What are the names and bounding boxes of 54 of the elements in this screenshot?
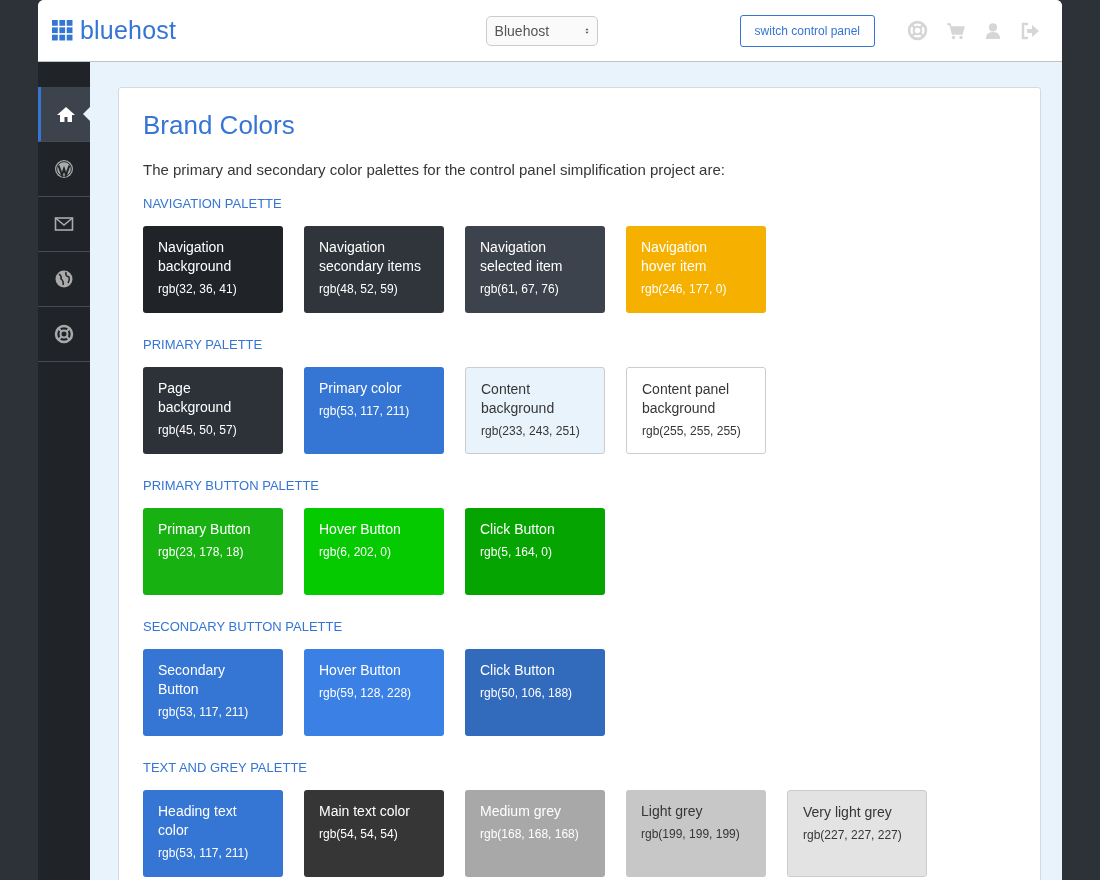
palette-heading: NAVIGATION PALETTE bbox=[143, 196, 283, 211]
swatch-value: rgb(255, 255, 255) bbox=[642, 424, 742, 438]
swatch-name: Main text color bbox=[319, 802, 412, 821]
swatch-name: Navigation background bbox=[158, 238, 233, 276]
swatch-name: Hover Button bbox=[319, 661, 402, 680]
swatch-name: Page background bbox=[158, 379, 233, 417]
home-icon bbox=[55, 104, 76, 124]
swatch-name: Navigation secondary items bbox=[319, 238, 422, 276]
swatch-name: Primary Button bbox=[158, 520, 252, 539]
palette-heading: PRIMARY BUTTON PALETTE bbox=[143, 478, 321, 493]
swatch-value: rgb(168, 168, 168) bbox=[480, 827, 580, 841]
swatch-value: rgb(53, 117, 211) bbox=[319, 404, 411, 418]
swatch-name: Primary color bbox=[319, 379, 403, 398]
swatch-name: Content background bbox=[481, 380, 556, 418]
palette-heading: SECONDARY BUTTON PALETTE bbox=[143, 619, 344, 634]
logo-text: bluehost bbox=[80, 16, 177, 45]
swatch-value: rgb(32, 36, 41) bbox=[158, 282, 238, 296]
swatch-value: rgb(54, 54, 54) bbox=[319, 827, 399, 841]
swatch-name: Heading text color bbox=[158, 802, 238, 840]
swatch-name: Click Button bbox=[480, 520, 556, 539]
swatch-name: Very light grey bbox=[803, 803, 893, 822]
swatch-name: Medium grey bbox=[480, 802, 562, 821]
globe-icon bbox=[54, 269, 74, 289]
intro-text: The primary and secondary color palettes for the control panel simplification project are: bbox=[143, 161, 726, 178]
swatch-name: Hover Button bbox=[319, 520, 402, 539]
page-title: Brand Colors bbox=[143, 110, 296, 141]
palette-heading: PRIMARY PALETTE bbox=[143, 337, 264, 352]
swatch-value: rgb(45, 50, 57) bbox=[158, 423, 238, 437]
swatch-name: Secondary Button bbox=[158, 661, 226, 699]
swatch-value: rgb(233, 243, 251) bbox=[481, 424, 581, 438]
swatch-value: rgb(50, 106, 188) bbox=[480, 686, 574, 700]
palette-heading: TEXT AND GREY PALETTE bbox=[143, 760, 308, 775]
swatch-value: rgb(59, 128, 228) bbox=[319, 686, 413, 700]
switch-control-panel-button[interactable]: switch control panel bbox=[739, 14, 875, 47]
swatch-value: rgb(23, 178, 18) bbox=[158, 545, 245, 559]
mail-icon bbox=[54, 214, 74, 234]
swatch-value: rgb(53, 117, 211) bbox=[158, 846, 250, 860]
grid-logo-icon bbox=[52, 20, 73, 41]
swatch-name: Content panel background bbox=[642, 380, 731, 418]
swatch-name: Click Button bbox=[480, 661, 556, 680]
swatch-name: Navigation hover item bbox=[641, 238, 709, 276]
swatch-value: rgb(48, 52, 59) bbox=[319, 282, 399, 296]
swatch-value: rgb(53, 117, 211) bbox=[158, 705, 250, 719]
swatch-value: rgb(6, 202, 0) bbox=[319, 545, 393, 559]
swatch-name: Light grey bbox=[641, 802, 704, 821]
lifebuoy-icon bbox=[54, 324, 74, 344]
account-select[interactable]: Bluehost bbox=[485, 15, 598, 46]
swatch-value: rgb(5, 164, 0) bbox=[480, 545, 554, 559]
swatch-value: rgb(227, 227, 227) bbox=[803, 828, 903, 842]
swatch-value: rgb(61, 67, 76) bbox=[480, 282, 560, 296]
swatch-name: Navigation selected item bbox=[480, 238, 564, 276]
swatch-value: rgb(246, 177, 0) bbox=[641, 282, 728, 296]
sidebar-item[interactable] bbox=[38, 87, 90, 142]
swatch-value: rgb(199, 199, 199) bbox=[641, 827, 741, 841]
